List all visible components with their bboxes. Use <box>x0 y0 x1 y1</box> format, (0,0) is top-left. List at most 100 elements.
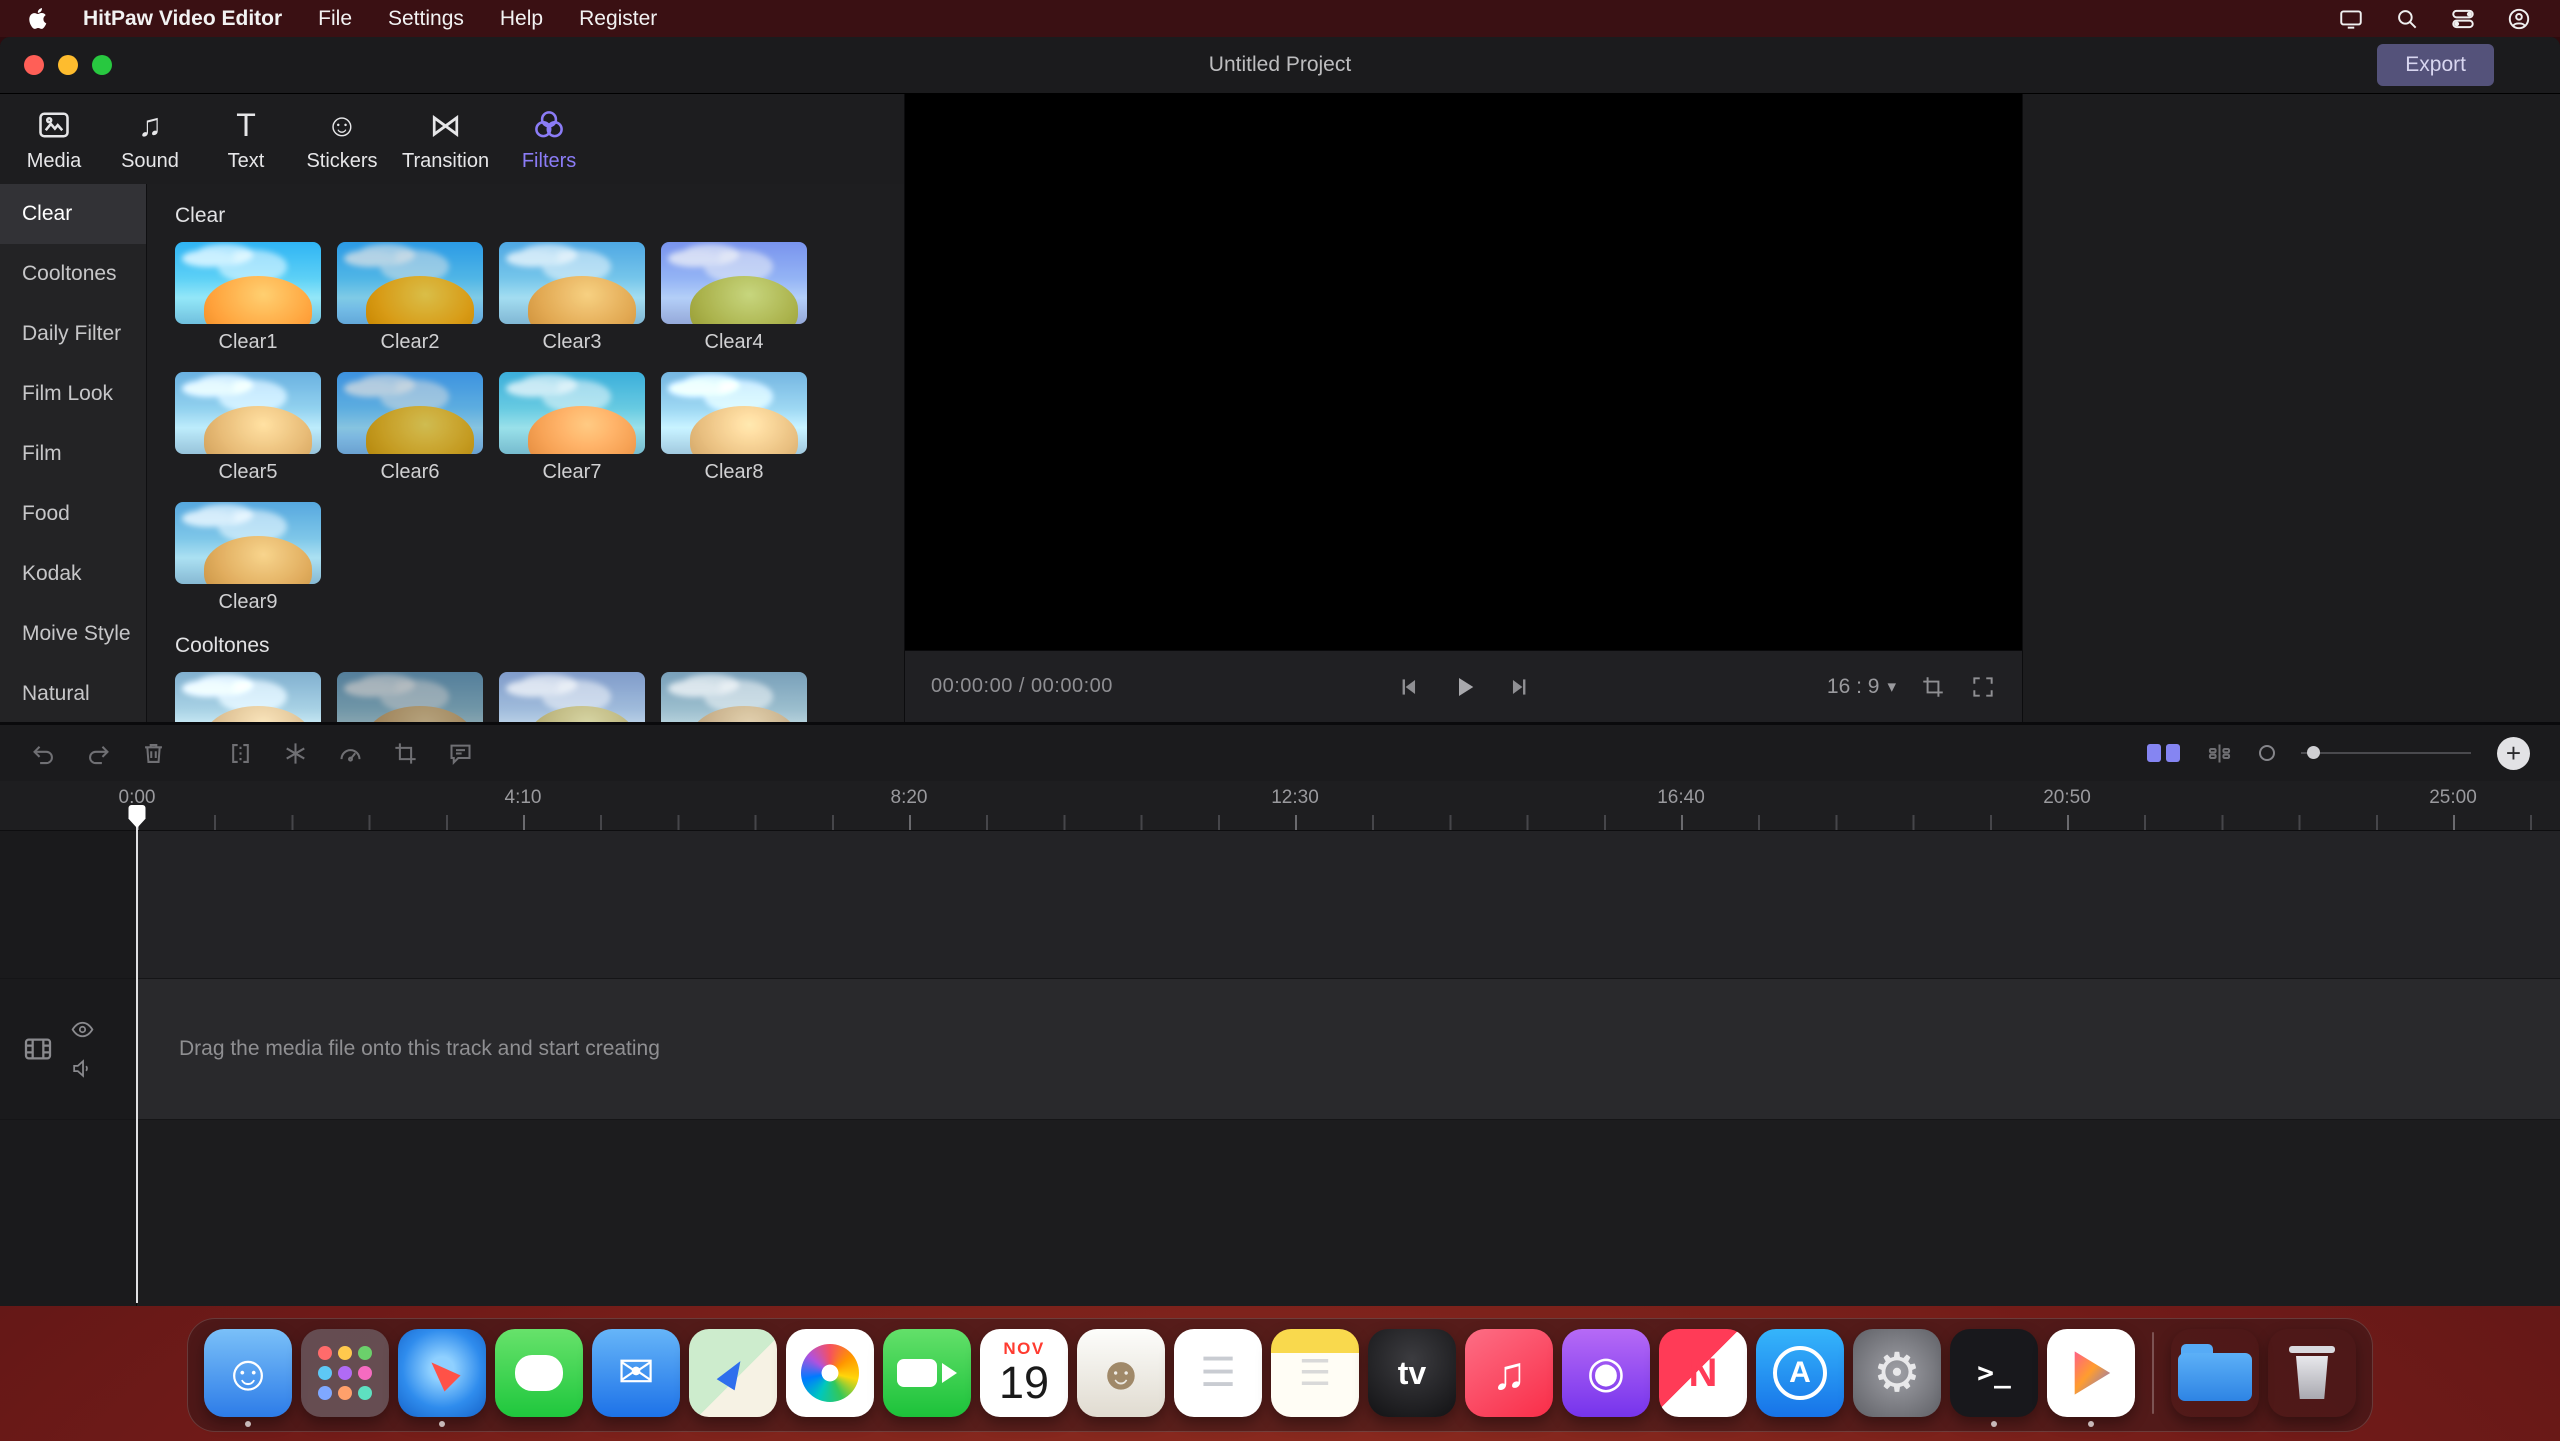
zoom-handle[interactable] <box>2307 746 2320 759</box>
menu-settings[interactable]: Settings <box>388 7 464 31</box>
aspect-ratio-dropdown[interactable]: 16 : 9 ▾ <box>1827 675 1896 699</box>
close-button[interactable] <box>24 55 44 75</box>
dock-contacts[interactable]: ☻ <box>1077 1329 1165 1417</box>
filter-grid: Clear1Clear2Clear3Clear4Clear5Clear6Clea… <box>175 242 904 614</box>
zoom-slider[interactable] <box>2301 752 2471 754</box>
dock-podcasts[interactable]: ◉ <box>1562 1329 1650 1417</box>
dock-facetime[interactable] <box>883 1329 971 1417</box>
track-gutter-lower <box>0 1120 137 1306</box>
speed-icon[interactable] <box>337 740 364 767</box>
dock-appstore[interactable]: A <box>1756 1329 1844 1417</box>
tab-sound[interactable]: ♫Sound <box>114 105 186 173</box>
visibility-icon[interactable] <box>70 1017 95 1042</box>
filter-label: Clear1 <box>219 331 278 354</box>
tab-text[interactable]: TText <box>210 105 282 173</box>
dock-mail[interactable]: ✉ <box>592 1329 680 1417</box>
fullscreen-icon[interactable] <box>1970 674 1996 700</box>
dock-maps[interactable] <box>689 1329 777 1417</box>
dock-news[interactable]: N <box>1659 1329 1747 1417</box>
category-film[interactable]: Film <box>0 424 146 484</box>
dock-calendar[interactable]: NOV19 <box>980 1329 1068 1417</box>
filter-thumb-Clear3[interactable]: Clear3 <box>499 242 645 354</box>
play-icon[interactable] <box>1449 672 1479 702</box>
maps-icon <box>689 1329 777 1417</box>
filter-thumb-cooltones-2[interactable] <box>337 672 483 722</box>
dock-hitpaw[interactable] <box>2047 1329 2135 1417</box>
filter-thumb-Clear2[interactable]: Clear2 <box>337 242 483 354</box>
filter-thumb-Clear7[interactable]: Clear7 <box>499 372 645 484</box>
undo-icon[interactable] <box>30 740 57 767</box>
filter-thumb-Clear4[interactable]: Clear4 <box>661 242 807 354</box>
dock-downloads[interactable] <box>2171 1329 2259 1417</box>
category-natural[interactable]: Natural <box>0 664 146 722</box>
control-center-icon[interactable] <box>2450 6 2476 32</box>
category-daily-filter[interactable]: Daily Filter <box>0 304 146 364</box>
display-icon[interactable] <box>2338 6 2364 32</box>
crop-icon[interactable] <box>1920 674 1946 700</box>
storyboard-view-icon[interactable] <box>2147 744 2180 762</box>
menubar-app-name[interactable]: HitPaw Video Editor <box>83 7 282 31</box>
menu-file[interactable]: File <box>318 7 352 31</box>
dock-trash[interactable] <box>2268 1329 2356 1417</box>
dock-terminal[interactable]: >_ <box>1950 1329 2038 1417</box>
playhead[interactable] <box>136 805 138 1303</box>
dock-notes[interactable]: ☰ <box>1271 1329 1359 1417</box>
menu-register[interactable]: Register <box>579 7 657 31</box>
track-view-icon[interactable] <box>2206 740 2233 767</box>
account-icon[interactable] <box>2506 6 2532 32</box>
video-track[interactable]: Drag the media file onto this track and … <box>0 978 2560 1120</box>
dock-safari[interactable] <box>398 1329 486 1417</box>
category-clear[interactable]: Clear <box>0 184 146 244</box>
category-food[interactable]: Food <box>0 484 146 544</box>
delete-icon[interactable] <box>140 740 167 767</box>
filter-thumb-Clear1[interactable]: Clear1 <box>175 242 321 354</box>
maximize-button[interactable] <box>92 55 112 75</box>
filter-thumb-Clear8[interactable]: Clear8 <box>661 372 807 484</box>
dock-launchpad[interactable] <box>301 1329 389 1417</box>
mute-icon[interactable] <box>70 1056 95 1081</box>
apple-menu-icon[interactable] <box>28 7 47 30</box>
dock-settings[interactable]: ⚙ <box>1853 1329 1941 1417</box>
minimize-button[interactable] <box>58 55 78 75</box>
export-button[interactable]: Export <box>2377 44 2494 86</box>
menu-help[interactable]: Help <box>500 7 543 31</box>
split-icon[interactable] <box>227 740 254 767</box>
filter-thumb-cooltones-3[interactable] <box>499 672 645 722</box>
filter-library: ClearCooltonesDaily FilterFilm LookFilmF… <box>0 184 904 722</box>
time-display: 00:00:00 / 00:00:00 <box>931 675 1113 698</box>
dock-finder[interactable]: ☺ <box>204 1329 292 1417</box>
filter-thumb-Clear9[interactable]: Clear9 <box>175 502 321 614</box>
tab-stickers[interactable]: ☺Stickers <box>306 105 378 173</box>
crop-icon[interactable] <box>392 740 419 767</box>
zoom-fit-icon[interactable] <box>2259 745 2275 761</box>
dock-appletv[interactable]: tv <box>1368 1329 1456 1417</box>
tab-filters[interactable]: Filters <box>513 105 585 173</box>
note-icon[interactable] <box>447 740 474 767</box>
tab-label: Media <box>27 150 81 173</box>
filter-thumb-cooltones-1[interactable] <box>175 672 321 722</box>
filter-section-title: Cooltones <box>175 634 904 658</box>
category-kodak[interactable]: Kodak <box>0 544 146 604</box>
timeline-ruler[interactable]: 0:004:108:2012:3016:4020:5025:00 <box>0 781 2560 831</box>
dock-reminders[interactable]: ☰ <box>1174 1329 1262 1417</box>
search-icon[interactable] <box>2394 6 2420 32</box>
timeline-lane-lower[interactable] <box>0 1120 2560 1306</box>
dock-messages[interactable] <box>495 1329 583 1417</box>
filter-thumb-Clear5[interactable]: Clear5 <box>175 372 321 484</box>
dock-music[interactable]: ♫ <box>1465 1329 1553 1417</box>
add-track-icon[interactable]: + <box>2497 737 2530 770</box>
tab-media[interactable]: Media <box>18 105 90 173</box>
category-cooltones[interactable]: Cooltones <box>0 244 146 304</box>
freeze-icon[interactable] <box>282 740 309 767</box>
hitpaw-icon <box>2047 1329 2135 1417</box>
timeline-lane-upper[interactable] <box>0 831 2560 978</box>
redo-icon[interactable] <box>85 740 112 767</box>
next-frame-icon[interactable] <box>1507 674 1533 700</box>
filter-thumb-Clear6[interactable]: Clear6 <box>337 372 483 484</box>
tab-transition[interactable]: ⋈Transition <box>402 105 489 173</box>
filter-thumb-cooltones-4[interactable] <box>661 672 807 722</box>
category-moive-style[interactable]: Moive Style <box>0 604 146 664</box>
prev-frame-icon[interactable] <box>1395 674 1421 700</box>
dock-photos[interactable] <box>786 1329 874 1417</box>
category-film-look[interactable]: Film Look <box>0 364 146 424</box>
